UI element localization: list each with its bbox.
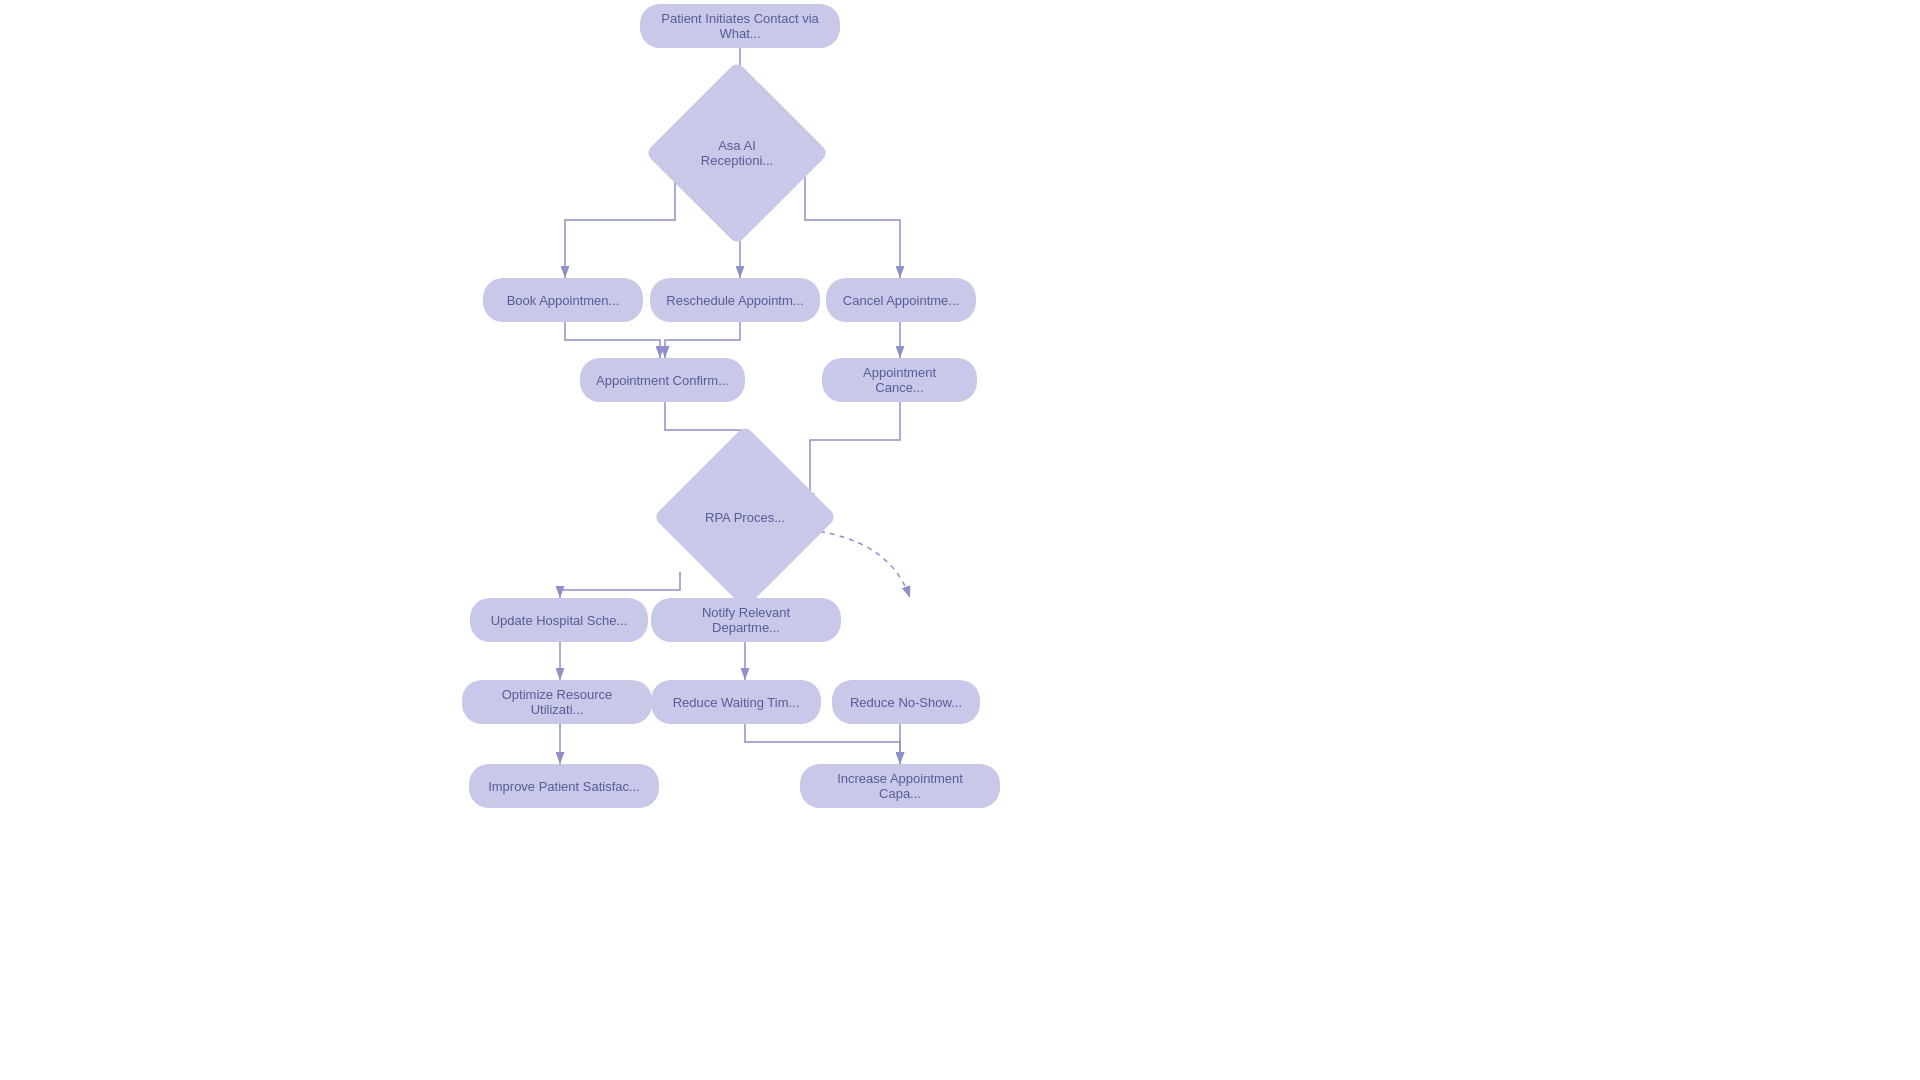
flowchart-container: Patient Initiates Contact via What... As… (0, 0, 1920, 1080)
diamond2-node: RPA Proces... (680, 452, 810, 582)
reduce-waiting-label: Reduce Waiting Tim... (673, 695, 800, 710)
increase-appt-label: Increase Appointment Capa... (816, 771, 984, 801)
cancel-node: Cancel Appointme... (826, 278, 976, 322)
optimize-resource-node: Optimize Resource Utilizati... (462, 680, 652, 724)
update-schedule-label: Update Hospital Sche... (491, 613, 628, 628)
start-label: Patient Initiates Contact via What... (656, 11, 824, 41)
increase-appt-node: Increase Appointment Capa... (800, 764, 1000, 808)
notify-dept-label: Notify Relevant Departme... (667, 605, 825, 635)
connections-svg (0, 0, 1920, 1080)
book-label: Book Appointmen... (507, 293, 620, 308)
reduce-noshow-label: Reduce No-Show... (850, 695, 962, 710)
notify-dept-node: Notify Relevant Departme... (651, 598, 841, 642)
reduce-waiting-node: Reduce Waiting Tim... (651, 680, 821, 724)
start-node: Patient Initiates Contact via What... (640, 4, 840, 48)
reschedule-node: Reschedule Appointm... (650, 278, 820, 322)
appt-cancel-label: Appointment Cance... (838, 365, 961, 395)
cancel-label: Cancel Appointme... (843, 293, 959, 308)
improve-patient-label: Improve Patient Satisfac... (488, 779, 640, 794)
diamond2-label: RPA Proces... (701, 506, 789, 529)
improve-patient-node: Improve Patient Satisfac... (469, 764, 659, 808)
appt-confirm-label: Appointment Confirm... (596, 373, 729, 388)
book-node: Book Appointmen... (483, 278, 643, 322)
appt-confirm-node: Appointment Confirm... (580, 358, 745, 402)
optimize-resource-label: Optimize Resource Utilizati... (478, 687, 636, 717)
diamond1-node: Asa AI Receptioni... (672, 88, 802, 218)
appt-cancel-node: Appointment Cance... (822, 358, 977, 402)
reschedule-label: Reschedule Appointm... (666, 293, 803, 308)
diamond1-label: Asa AI Receptioni... (682, 134, 792, 172)
update-schedule-node: Update Hospital Sche... (470, 598, 648, 642)
reduce-noshow-node: Reduce No-Show... (832, 680, 980, 724)
